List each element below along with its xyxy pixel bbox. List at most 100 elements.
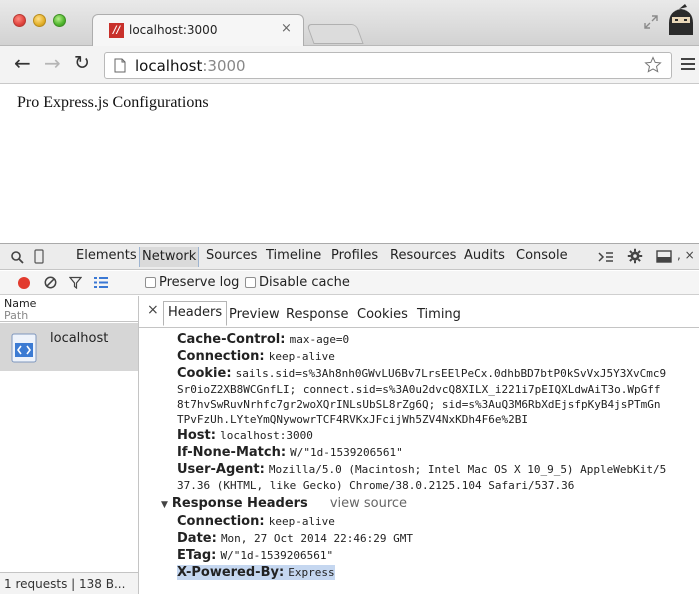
column-path-label: Path (4, 309, 29, 322)
view-source-link[interactable]: view source (330, 496, 407, 511)
header-key: Cache-Control: (177, 332, 286, 347)
header-value: Mozilla/5.0 (Macintosh; Intel Mac OS X 1… (268, 463, 667, 476)
minimize-window-button[interactable] (33, 14, 46, 27)
tab-response[interactable]: Response (286, 307, 348, 322)
hamburger-menu-icon[interactable] (681, 58, 695, 71)
tab-timeline[interactable]: Timeline (266, 248, 321, 263)
preserve-log-label: Preserve log (159, 275, 240, 290)
section-title: Response Headers (171, 496, 308, 511)
header-value: sails.sid=s%3Ah8nh0GWvLU6Bv7LrsEElPeCx.0… (235, 367, 667, 380)
header-line: Host: localhost:3000 (177, 428, 313, 443)
window-titlebar: // localhost:3000 × (0, 0, 699, 47)
header-key: Host: (177, 428, 216, 443)
header-value: localhost:3000 (220, 429, 313, 442)
header-value: Mon, 27 Oct 2014 22:46:29 GMT (220, 532, 413, 545)
tab-headers[interactable]: Headers (163, 301, 228, 326)
back-arrow-icon[interactable]: ← (14, 53, 31, 73)
header-continuation: Sr0ioZ2XB8WCGnfLI; connect.sid=s%3A0u2dv… (177, 383, 661, 396)
browser-tab[interactable]: // localhost:3000 × (92, 14, 304, 47)
network-filter-bar: Preserve log Disable cache (0, 271, 699, 295)
header-line: User-Agent: Mozilla/5.0 (Macintosh; Inte… (177, 462, 666, 477)
dock-side-icon[interactable] (656, 250, 672, 263)
bookmark-star-icon[interactable] (644, 56, 662, 74)
tab-audits[interactable]: Audits (464, 248, 505, 263)
close-detail-icon[interactable]: × (147, 302, 159, 318)
tab-elements[interactable]: Elements (76, 248, 137, 263)
tab-timing[interactable]: Timing (417, 307, 461, 322)
header-key: Date: (177, 531, 217, 546)
header-line: Connection: keep-alive (177, 349, 335, 364)
header-value: max-age=0 (289, 333, 350, 346)
header-key: Connection: (177, 349, 265, 364)
header-line-selected: X-Powered-By: Express (177, 565, 335, 580)
expand-triangle-icon: ▼ (161, 500, 168, 510)
close-devtools-icon[interactable]: , × (677, 248, 695, 262)
settings-gear-icon[interactable] (627, 248, 643, 264)
header-continuation: TPvFzUh.LYteYmQNywowrTCF4RVKxJFcijWh5ZV4… (177, 413, 528, 426)
fullscreen-icon[interactable] (643, 14, 659, 30)
large-rows-icon[interactable] (94, 276, 108, 289)
address-bar[interactable]: localhost:3000 (104, 52, 672, 79)
browser-toolbar: ← → ↻ localhost:3000 (0, 46, 699, 84)
header-continuation: 37.36 (KHTML, like Gecko) Chrome/38.0.21… (177, 479, 575, 492)
header-line: Date: Mon, 27 Oct 2014 22:46:29 GMT (177, 531, 413, 546)
header-key: ETag: (177, 548, 217, 563)
tab-cookies[interactable]: Cookies (357, 307, 408, 322)
page-icon (114, 58, 126, 73)
header-value: keep-alive (268, 350, 335, 363)
header-line: Cookie: sails.sid=s%3Ah8nh0GWvLU6Bv7LrsE… (177, 366, 666, 381)
header-key: Cookie: (177, 366, 232, 381)
request-detail-pane: × Headers Preview Response Cookies Timin… (139, 296, 699, 594)
request-name: localhost (50, 331, 109, 346)
request-row[interactable]: localhost (0, 323, 138, 371)
tab-profiles[interactable]: Profiles (331, 248, 378, 263)
filter-funnel-icon[interactable] (69, 276, 82, 289)
header-key: User-Agent: (177, 462, 265, 477)
page-viewport: Pro Express.js Configurations (0, 85, 699, 243)
tab-close-icon[interactable]: × (281, 21, 292, 36)
tab-title: localhost:3000 (129, 23, 218, 37)
tab-network[interactable]: Network (139, 247, 200, 267)
zoom-window-button[interactable] (53, 14, 66, 27)
close-window-button[interactable] (13, 14, 26, 27)
preserve-log-checkbox[interactable] (145, 277, 156, 288)
header-line: ETag: W/"1d-1539206561" (177, 548, 333, 563)
header-line: Connection: keep-alive (177, 514, 335, 529)
record-icon[interactable] (18, 277, 30, 289)
clear-icon[interactable] (44, 276, 57, 289)
url-text: localhost:3000 (135, 57, 246, 75)
request-summary: 1 requests | 138 B... (4, 577, 126, 591)
detail-tab-bar: × Headers Preview Response Cookies Timin… (139, 296, 699, 328)
tab-sources[interactable]: Sources (206, 248, 257, 263)
express-favicon-icon: // (109, 23, 124, 38)
page-heading: Pro Express.js Configurations (17, 94, 209, 111)
reload-icon[interactable]: ↻ (74, 53, 90, 73)
header-value: Express (288, 566, 335, 579)
headers-content: Cache-Control: max-age=0 Connection: kee… (139, 329, 699, 594)
show-drawer-icon[interactable] (598, 250, 614, 264)
header-value: W/"1d-1539206561" (220, 549, 334, 562)
url-host: localhost (135, 57, 203, 75)
inspect-search-icon[interactable] (10, 250, 24, 264)
disable-cache-label: Disable cache (259, 275, 350, 290)
device-mode-icon[interactable] (34, 249, 44, 264)
name-column-header[interactable]: Name Path (0, 296, 138, 322)
tab-resources[interactable]: Resources (390, 248, 456, 263)
forward-arrow-icon[interactable]: → (44, 53, 61, 73)
tab-console[interactable]: Console (516, 248, 568, 263)
header-value: keep-alive (268, 515, 335, 528)
new-tab-button[interactable] (306, 24, 364, 44)
header-key: X-Powered-By: (177, 565, 285, 580)
document-code-icon (11, 333, 37, 363)
profile-avatar-icon[interactable] (666, 3, 696, 35)
header-continuation: 8t7hvSwRuvNrhfc7gr2woXQrINLsUbSL8rZg6Q; … (177, 398, 661, 411)
disable-cache-checkbox[interactable] (245, 277, 256, 288)
devtools-panel: Elements Network Sources Timeline Profil… (0, 243, 699, 594)
header-line: If-None-Match: W/"1d-1539206561" (177, 445, 403, 460)
request-list: Name Path localhost 1 requests | 138 B..… (0, 296, 139, 594)
header-key: If-None-Match: (177, 445, 287, 460)
response-headers-section[interactable]: ▼ Response Headers view source (161, 496, 407, 511)
devtools-tab-bar: Elements Network Sources Timeline Profil… (0, 244, 699, 270)
tab-preview[interactable]: Preview (229, 307, 280, 322)
url-port: :3000 (202, 57, 246, 75)
